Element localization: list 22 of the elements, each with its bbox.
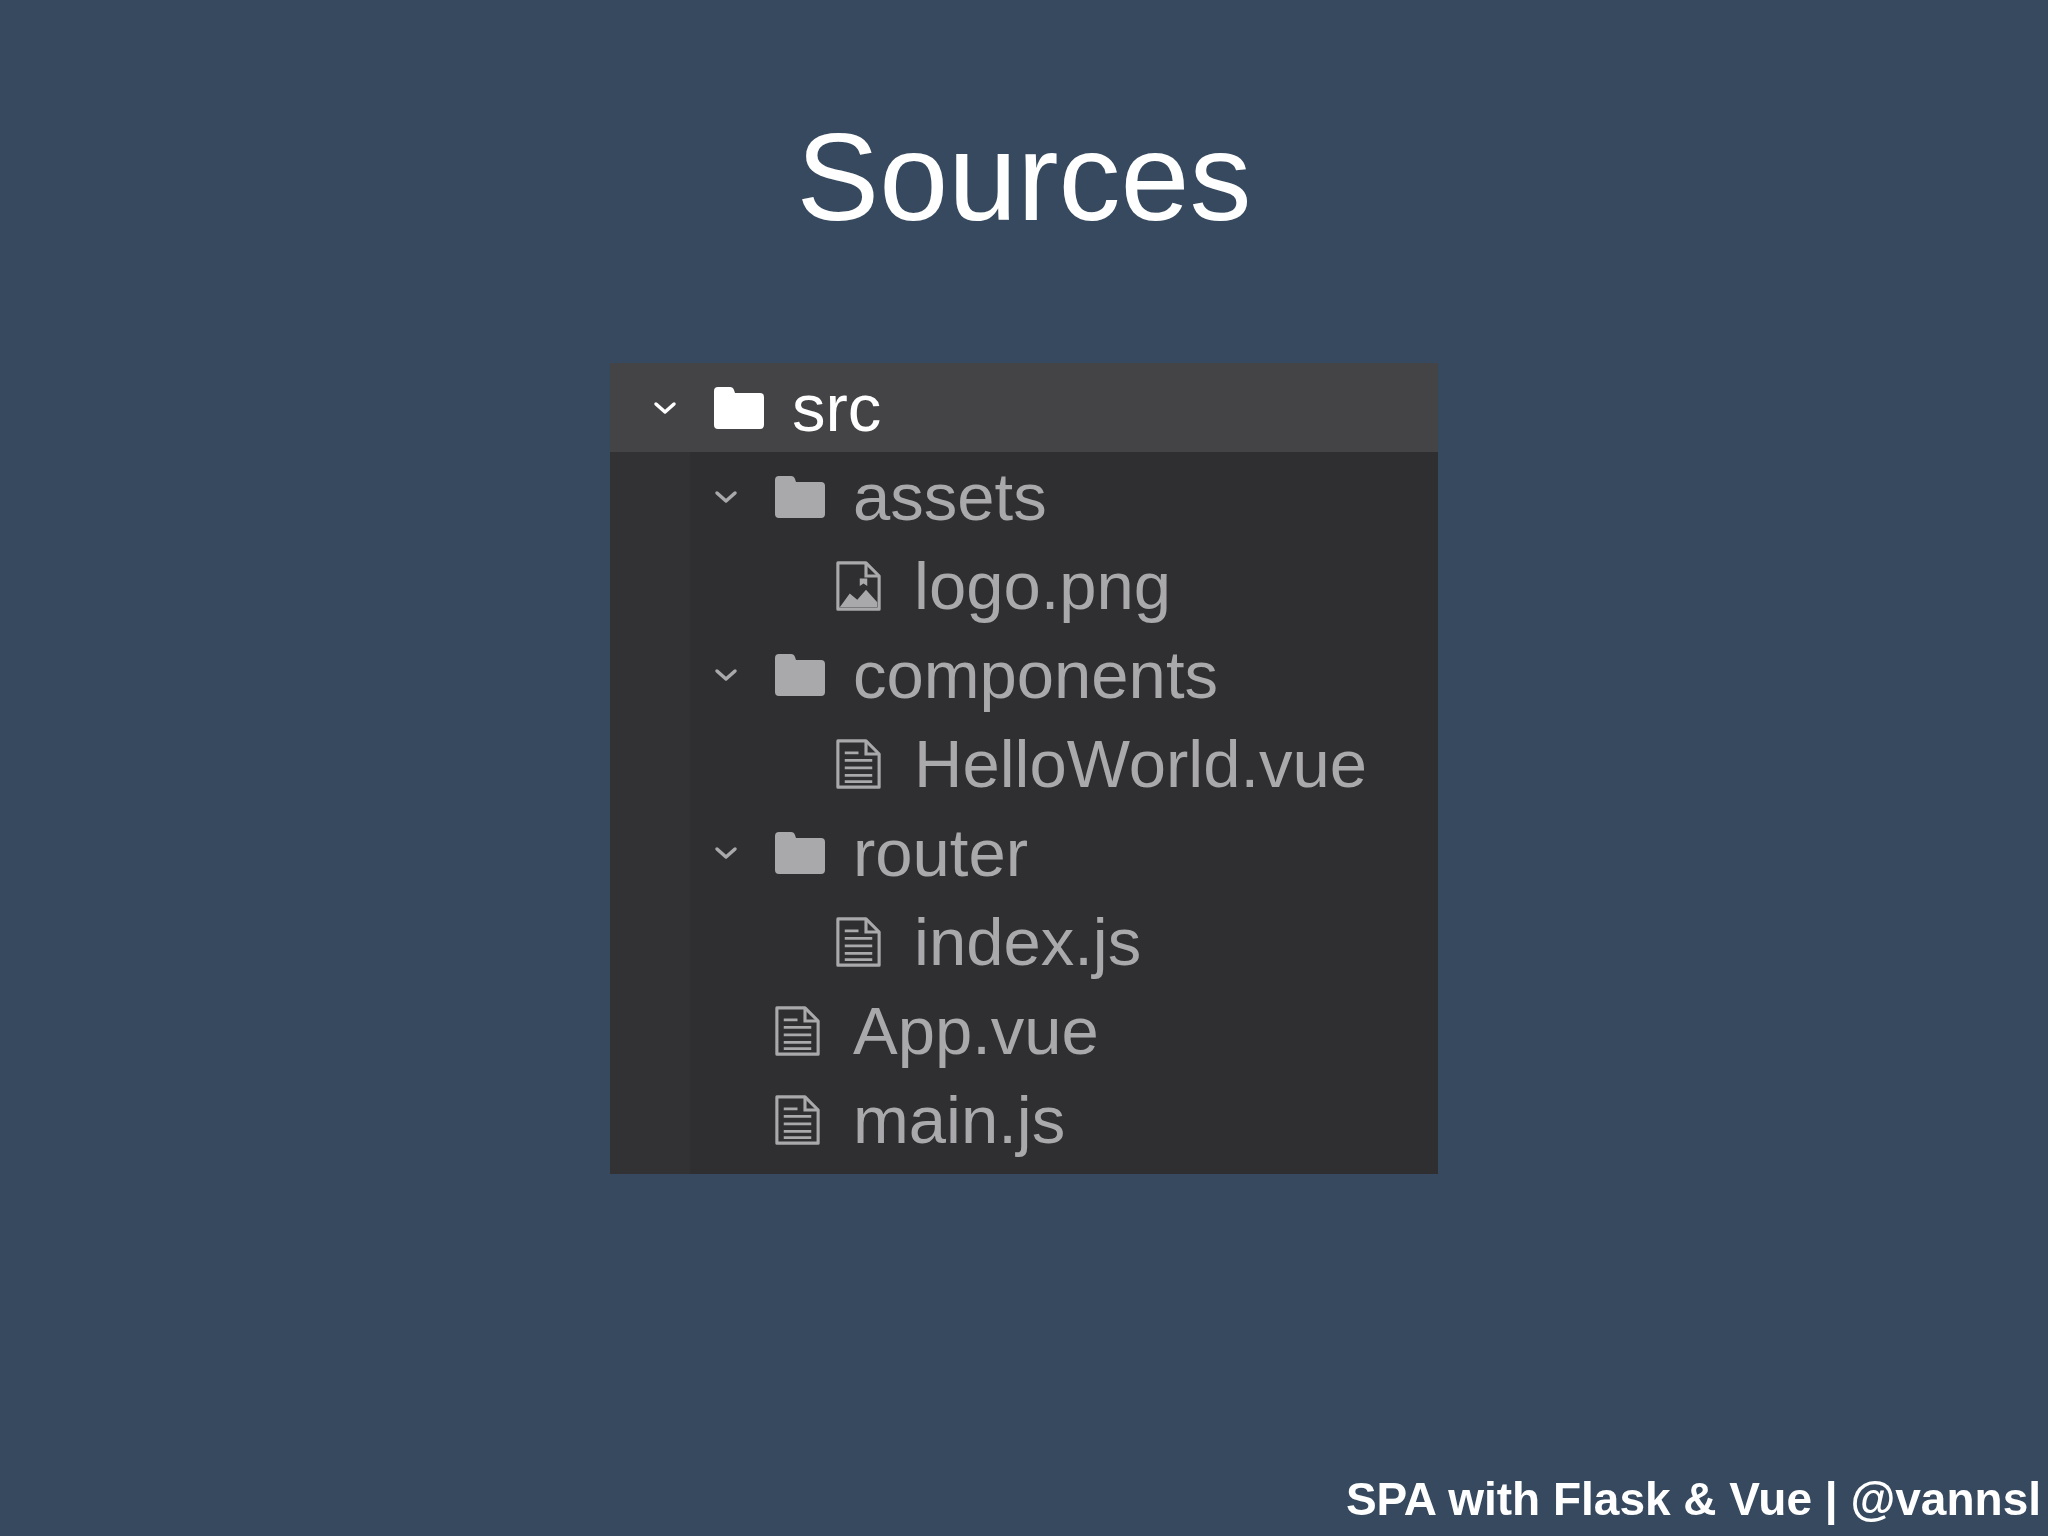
folder-icon xyxy=(775,831,825,874)
slide-title: Sources xyxy=(796,115,1252,239)
tree-item[interactable]: assets xyxy=(610,452,1438,541)
document-icon xyxy=(836,738,881,789)
tree-item[interactable]: logo.png xyxy=(610,541,1438,630)
image-file-icon xyxy=(836,560,881,611)
folder-icon xyxy=(714,386,764,429)
tree-item[interactable]: main.js xyxy=(610,1075,1438,1164)
document-icon xyxy=(775,1005,820,1056)
tree-item[interactable]: index.js xyxy=(610,897,1438,986)
chevron-icon[interactable] xyxy=(714,845,738,860)
folder-icon xyxy=(775,653,825,696)
chevron-icon[interactable] xyxy=(714,667,738,682)
tree-item[interactable]: src xyxy=(610,363,1438,452)
chevron-icon[interactable] xyxy=(714,489,738,504)
tree-item[interactable]: components xyxy=(610,630,1438,719)
tree-item[interactable]: HelloWorld.vue xyxy=(610,719,1438,808)
document-icon xyxy=(775,1094,820,1145)
folder-icon xyxy=(775,475,825,518)
document-icon xyxy=(836,916,881,967)
tree-item[interactable]: App.vue xyxy=(610,986,1438,1075)
tree-item[interactable]: router xyxy=(610,808,1438,897)
